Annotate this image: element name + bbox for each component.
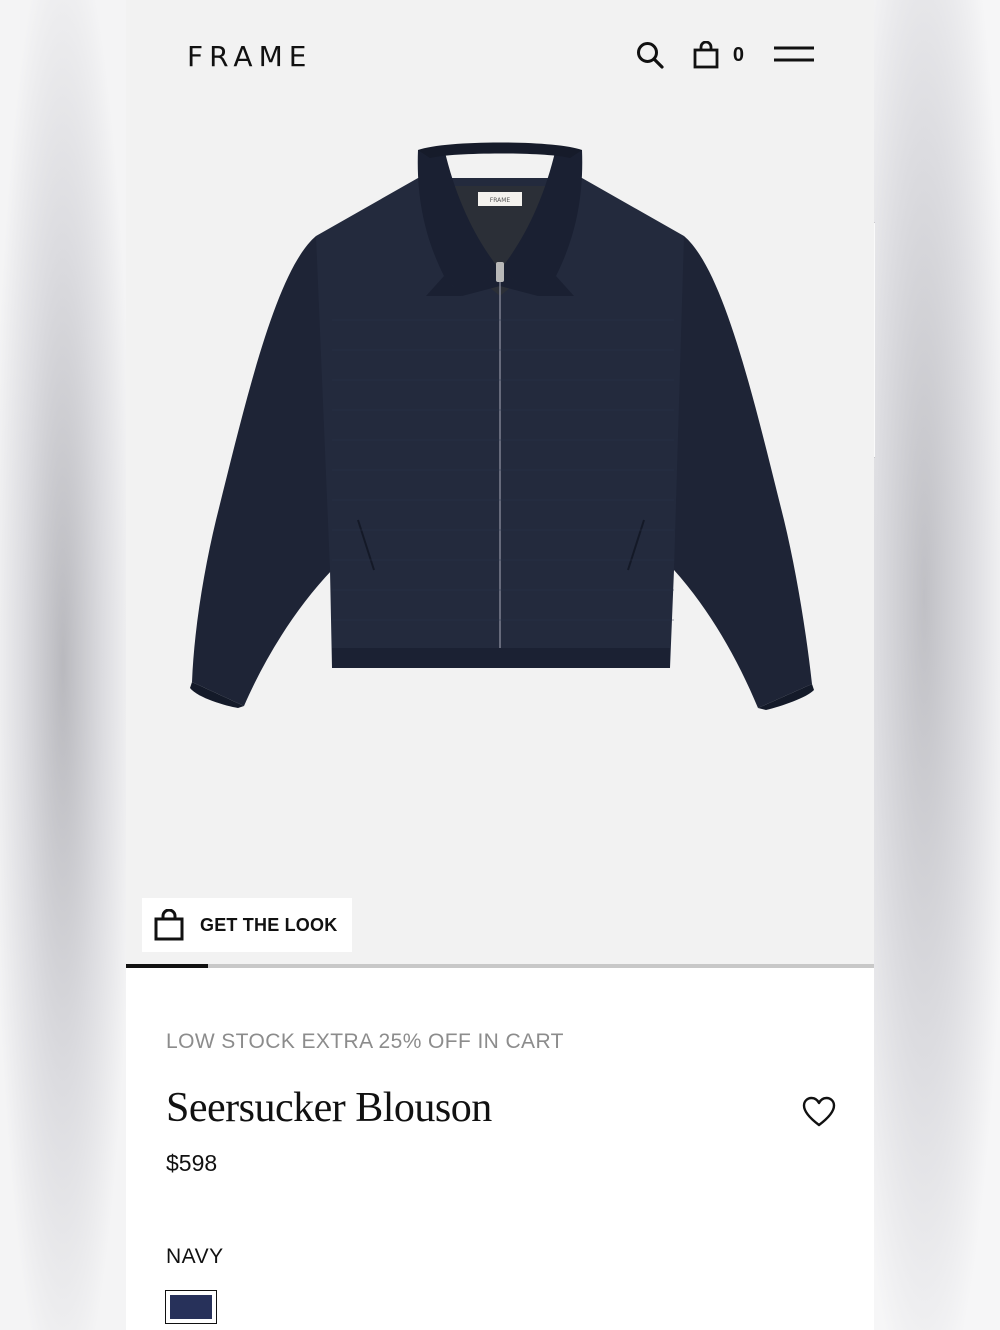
backdrop-left bbox=[0, 0, 126, 1330]
shopping-bag-icon bbox=[693, 41, 719, 69]
cart-count: 0 bbox=[732, 43, 744, 66]
swatch-fill bbox=[170, 1295, 212, 1319]
product-price: $598 bbox=[166, 1150, 218, 1176]
selected-color-label: NAVY bbox=[166, 1245, 224, 1268]
cart-button[interactable]: 0 bbox=[693, 41, 744, 69]
product-title: Seersucker Blouson bbox=[166, 1085, 492, 1131]
color-swatch-navy[interactable] bbox=[165, 1290, 217, 1324]
product-page: FRAME 0 FRAME GET THE LOOK LOW STOCK EXT… bbox=[126, 0, 874, 1330]
hamburger-menu-icon[interactable] bbox=[774, 44, 814, 66]
brand-logo[interactable]: FRAME bbox=[187, 40, 312, 73]
promo-text: LOW STOCK EXTRA 25% OFF IN CART bbox=[166, 1030, 564, 1053]
gallery-progress[interactable] bbox=[126, 964, 874, 968]
backdrop-right bbox=[874, 0, 1000, 1330]
get-the-look-label: GET THE LOOK bbox=[200, 914, 338, 935]
svg-text:FRAME: FRAME bbox=[490, 197, 511, 204]
gallery-progress-fill bbox=[126, 964, 209, 968]
shopping-bag-icon bbox=[154, 909, 184, 941]
header-nav: 0 bbox=[635, 38, 814, 72]
product-image[interactable]: FRAME bbox=[126, 100, 874, 740]
product-hero: FRAME 0 FRAME GET THE LOOK bbox=[126, 0, 874, 965]
search-icon[interactable] bbox=[635, 40, 665, 70]
heart-icon[interactable] bbox=[802, 1096, 836, 1128]
get-the-look-button[interactable]: GET THE LOOK bbox=[142, 898, 352, 952]
